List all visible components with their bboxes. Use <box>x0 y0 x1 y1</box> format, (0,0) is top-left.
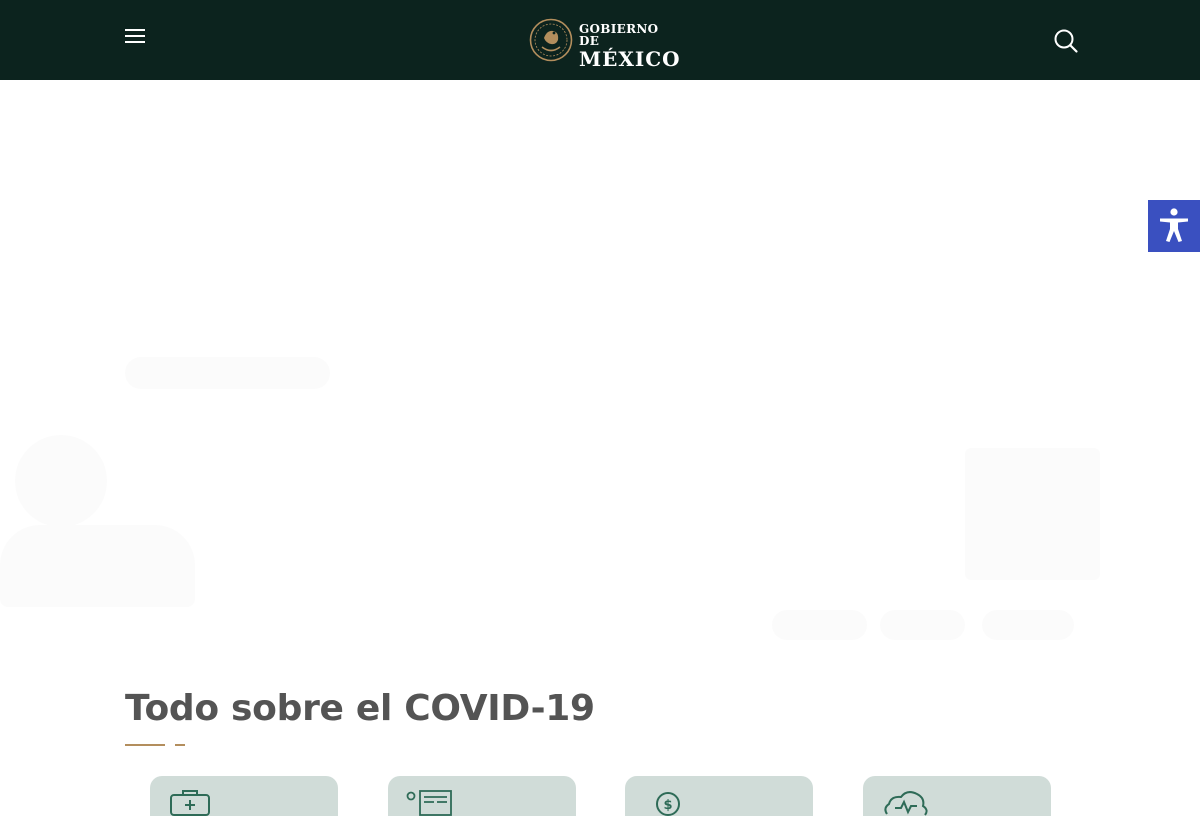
gobierno-de-mexico-logo[interactable]: GOBIERNO DE MÉXICO <box>529 18 680 69</box>
search-icon <box>1054 29 1078 53</box>
title-underline-dot <box>175 744 185 746</box>
medical-kit-icon <box>170 790 210 816</box>
covid-topic-card[interactable] <box>863 776 1051 816</box>
menu-bar <box>125 35 145 37</box>
menu-bar <box>125 29 145 31</box>
covid-topic-card[interactable] <box>150 776 338 816</box>
title-underline <box>125 744 165 746</box>
search-button[interactable] <box>1052 27 1080 55</box>
logo-line1: GOBIERNO DE <box>579 22 659 48</box>
svg-text:$: $ <box>663 798 672 813</box>
covid-topic-card[interactable]: $ <box>625 776 813 816</box>
top-navbar: GOBIERNO DE MÉXICO <box>0 0 1200 80</box>
hamburger-menu-button[interactable] <box>122 26 148 46</box>
hero-banner-placeholder <box>0 80 1200 660</box>
menu-bar <box>125 41 145 43</box>
banner-ghost-shape <box>15 435 107 527</box>
news-article-icon <box>406 790 452 816</box>
banner-ghost-shape <box>125 357 330 389</box>
logo-line2: MÉXICO <box>579 47 681 71</box>
section-title: Todo sobre el COVID-19 <box>125 688 595 729</box>
banner-ghost-shape <box>0 525 195 607</box>
banner-ghost-shape <box>880 610 965 640</box>
banner-ghost-shape <box>982 610 1074 640</box>
national-seal-icon <box>529 18 573 62</box>
cloud-vital-icon <box>884 791 928 816</box>
banner-ghost-shape <box>772 610 867 640</box>
money-icon: $ <box>656 792 680 816</box>
banner-ghost-shape <box>965 448 1100 580</box>
covid-topic-card[interactable] <box>388 776 576 816</box>
